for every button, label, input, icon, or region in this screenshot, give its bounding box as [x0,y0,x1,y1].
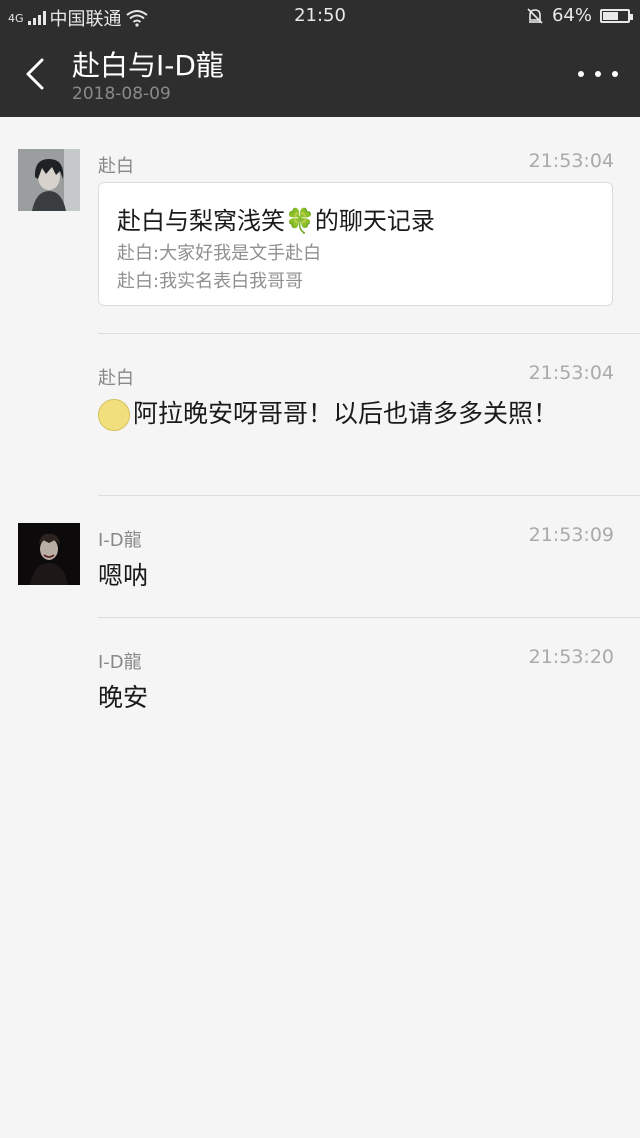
more-button[interactable] [578,62,618,86]
divider [98,617,640,618]
battery-percent: 64% [551,5,592,26]
more-dots-icon [578,71,584,77]
chat-header: 赴白与I-D龍 2018-08-09 [0,32,640,117]
status-bar: 4G 中国联通 21:50 64% [0,0,640,32]
message-time: 21:53:04 [528,362,614,384]
avatar[interactable] [18,523,80,585]
message-text[interactable]: 晚安 [98,678,598,718]
chevron-left-icon [26,58,44,90]
status-right: 64% [526,5,633,26]
avatar-dark-figure-icon [18,523,80,585]
chat-date: 2018-08-09 [72,84,171,104]
message-body: 阿拉晚安呀哥哥！以后也请多多关照！ [133,399,559,428]
message-text[interactable]: 嗯呐 [98,556,598,596]
avatar[interactable] [18,149,80,211]
divider [98,495,640,496]
card-line: 赴白:大家好我是文手赴白 [117,243,322,264]
message-text[interactable]: 阿拉晚安呀哥哥！以后也请多多关照！ [98,394,568,434]
sender-name: 赴白 [98,156,134,177]
chat-title: 赴白与I-D龍 [72,49,224,82]
message-time: 21:53:09 [528,524,614,546]
battery-icon [600,8,633,23]
moon-face-emoji-icon [98,399,130,431]
message-time: 21:53:04 [528,150,614,172]
back-button[interactable] [18,52,54,96]
chat-record-card[interactable]: 赴白与梨窝浅笑🍀的聊天记录 赴白:大家好我是文手赴白 赴白:我实名表白我哥哥 [98,182,613,306]
sender-name: 赴白 [98,368,134,389]
divider [98,333,640,334]
card-line: 赴白:我实名表白我哥哥 [117,271,304,292]
bell-off-icon [527,7,543,24]
sender-name: I-D龍 [98,652,142,673]
card-title: 赴白与梨窝浅笑🍀的聊天记录 [117,207,435,235]
sender-name: I-D龍 [98,530,142,551]
battery-fill [603,11,618,20]
avatar-anime-boy-icon [18,149,80,211]
message-time: 21:53:20 [528,646,614,668]
